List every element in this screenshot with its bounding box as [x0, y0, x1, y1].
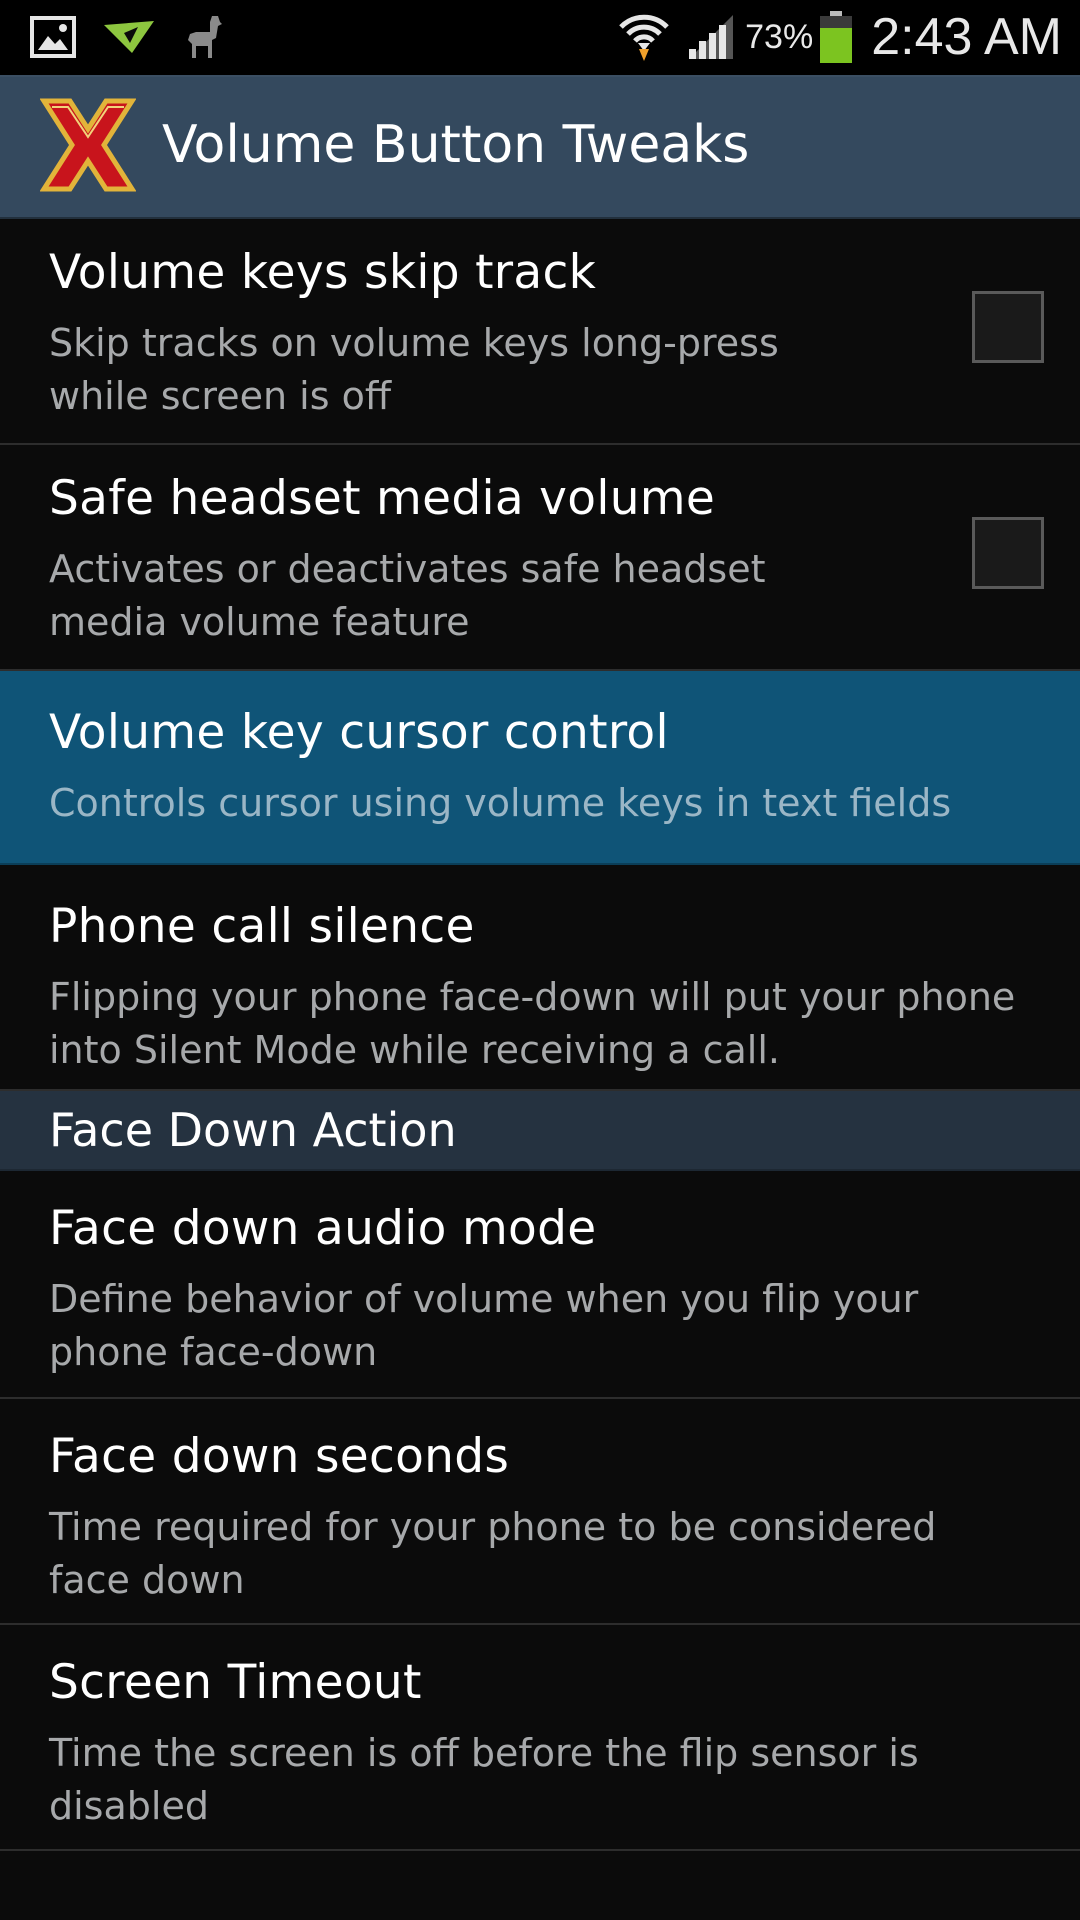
pref-summary: Skip tracks on volume keys long-press wh… — [49, 321, 779, 418]
pref-screen-timeout[interactable]: Screen Timeout Time the screen is off be… — [0, 1625, 1080, 1851]
pref-summary: Flipping your phone face-down will put y… — [49, 975, 1016, 1072]
pref-safe-headset-media-volume[interactable]: Safe headset media volume Activates or d… — [0, 445, 1080, 671]
system-icons: 73% 2:43 AM — [617, 6, 1062, 68]
llama-icon — [188, 16, 222, 58]
signal-icon — [689, 15, 734, 59]
pref-volume-key-cursor-control[interactable]: Volume key cursor control Controls curso… — [0, 671, 1080, 865]
gallery-icon — [30, 16, 76, 58]
pref-phone-call-silence[interactable]: Phone call silence Flipping your phone f… — [0, 865, 1080, 1091]
pref-summary: Activates or deactivates safe headset me… — [49, 547, 766, 644]
clock: 2:43 AM — [871, 8, 1062, 66]
pref-summary: Define behavior of volume when you flip … — [49, 1277, 919, 1374]
pref-title: Safe headset media volume — [49, 471, 716, 526]
battery-icon — [820, 11, 853, 63]
airdroid-icon — [104, 21, 154, 53]
pref-title: Volume keys skip track — [49, 245, 597, 300]
app-title: Volume Button Tweaks — [162, 115, 750, 175]
pref-summary: Time required for your phone to be consi… — [49, 1505, 937, 1602]
xposed-logo-icon[interactable] — [40, 97, 136, 193]
notification-icons — [30, 14, 226, 60]
pref-title: Volume key cursor control — [49, 705, 669, 760]
skip-track-checkbox[interactable] — [972, 291, 1044, 363]
pref-summary: Time the screen is off before the flip s… — [49, 1731, 919, 1828]
preference-list[interactable]: Volume keys skip track Skip tracks on vo… — [0, 219, 1080, 1851]
status-bar[interactable]: 73% 2:43 AM — [0, 0, 1080, 77]
pref-title: Screen Timeout — [49, 1655, 422, 1710]
pref-volume-keys-skip-track[interactable]: Volume keys skip track Skip tracks on vo… — [0, 219, 1080, 445]
safe-headset-checkbox[interactable] — [972, 517, 1044, 589]
pref-title: Face down audio mode — [49, 1201, 597, 1256]
section-title: Face Down Action — [49, 1103, 457, 1157]
action-bar: Volume Button Tweaks — [0, 77, 1080, 219]
pref-face-down-seconds[interactable]: Face down seconds Time required for your… — [0, 1399, 1080, 1625]
pref-title: Face down seconds — [49, 1429, 510, 1484]
pref-title: Phone call silence — [49, 899, 475, 954]
pref-face-down-audio-mode[interactable]: Face down audio mode Define behavior of … — [0, 1171, 1080, 1399]
battery-percent: 73% — [745, 17, 814, 56]
wifi-icon — [619, 14, 669, 61]
pref-summary: Controls cursor using volume keys in tex… — [49, 781, 952, 825]
section-header-face-down-action: Face Down Action — [0, 1091, 1080, 1171]
